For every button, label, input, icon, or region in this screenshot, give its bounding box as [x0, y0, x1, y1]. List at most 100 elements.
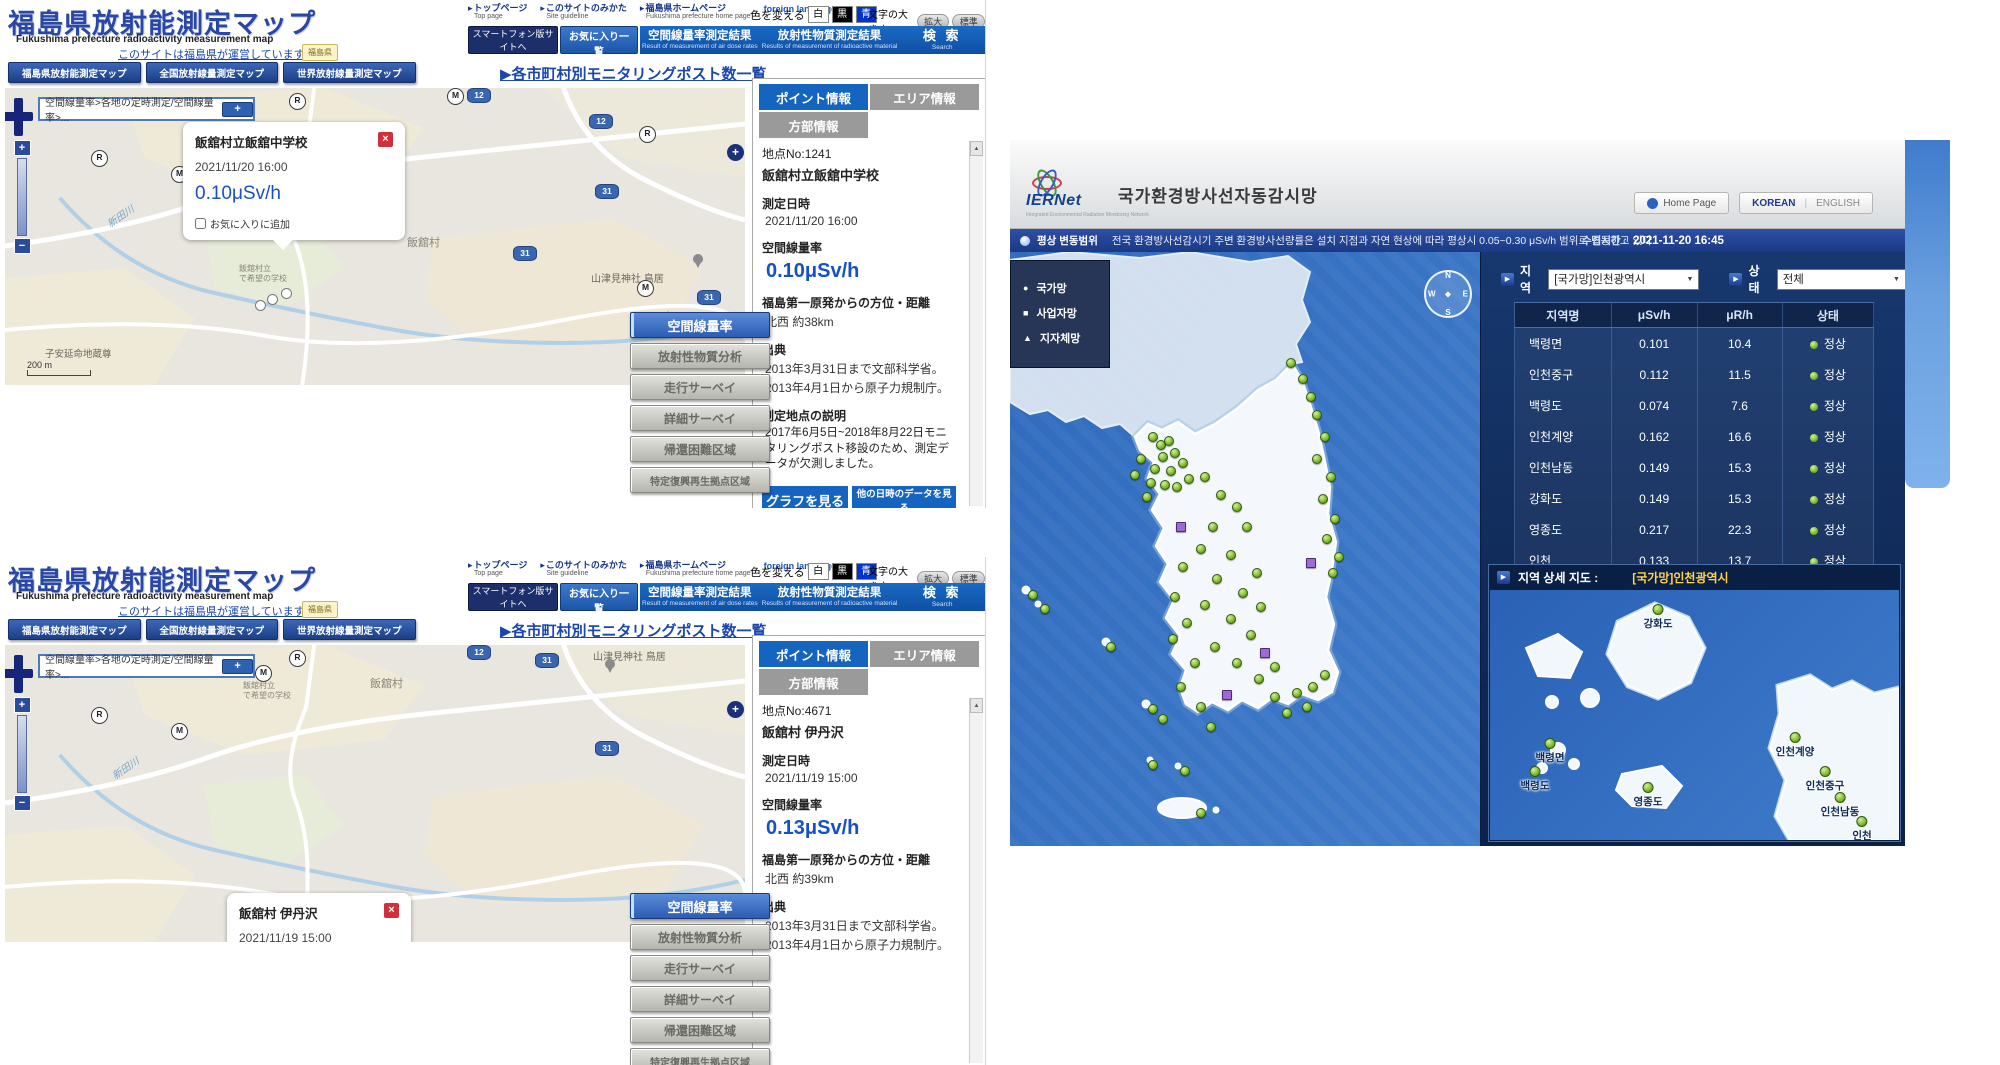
national-station-marker[interactable]: [1252, 568, 1262, 578]
national-station-marker[interactable]: [1196, 808, 1206, 818]
layer-button-3[interactable]: 走行サーベイ: [630, 955, 770, 981]
national-station-marker[interactable]: [1158, 714, 1168, 724]
legend-operator[interactable]: ■사업자망: [1023, 305, 1109, 321]
layer-button-1[interactable]: 空間線量率: [630, 893, 770, 919]
national-station-marker[interactable]: [1328, 568, 1338, 578]
map-switch-tab-1[interactable]: 福島県放射能測定マップ: [8, 62, 141, 83]
national-station-marker[interactable]: [1196, 702, 1206, 712]
menu-search[interactable]: 検 索Search: [899, 26, 985, 54]
tab-district-info[interactable]: 方部情報: [759, 669, 868, 695]
close-icon[interactable]: ×: [378, 132, 393, 147]
favorites-list-button[interactable]: お気に入り一覧: [560, 583, 638, 611]
nav-site-guide[interactable]: このサイトのみかたSite guideline: [540, 3, 627, 21]
national-station-marker[interactable]: [1190, 658, 1200, 668]
national-station-marker[interactable]: [1180, 766, 1190, 776]
detail-place[interactable]: 영종도: [1634, 782, 1663, 809]
monitoring-point-marker[interactable]: [281, 288, 292, 299]
layer-button-3[interactable]: 走行サーベイ: [630, 374, 770, 400]
national-station-marker[interactable]: [1208, 522, 1218, 532]
breadcrumb-expand-button[interactable]: +: [222, 659, 253, 674]
layer-button-2[interactable]: 放射性物質分析: [630, 924, 770, 950]
national-station-marker[interactable]: [1226, 614, 1236, 624]
national-station-marker[interactable]: [1172, 482, 1182, 492]
tab-district-info[interactable]: 方部情報: [759, 112, 868, 138]
national-station-marker[interactable]: [1028, 590, 1038, 600]
monitoring-post-link[interactable]: ▶各市町村別モニタリングポスト数一覧: [500, 620, 767, 641]
layer-button-1[interactable]: 空間線量率: [630, 312, 770, 338]
map-pan-control[interactable]: [5, 655, 35, 695]
layer-button-6[interactable]: 特定復興再生拠点区域: [630, 467, 770, 493]
national-station-marker[interactable]: [1166, 466, 1176, 476]
favorite-checkbox[interactable]: [195, 218, 206, 229]
color-black-button[interactable]: 黒: [832, 6, 853, 23]
color-white-button[interactable]: 白: [808, 6, 829, 23]
national-station-marker[interactable]: [1200, 472, 1210, 482]
zoom-out-button[interactable]: −: [14, 795, 31, 811]
national-station-marker[interactable]: [1182, 618, 1192, 628]
scroll-up-icon[interactable]: ▲: [970, 698, 983, 713]
monitoring-post-link[interactable]: ▶各市町村別モニタリングポスト数一覧: [500, 63, 767, 84]
other-datetime-button[interactable]: 他の日時のデータを見る: [852, 486, 956, 508]
national-station-marker[interactable]: [1146, 478, 1156, 488]
language-switch-button[interactable]: KOREAN|ENGLISH: [1739, 192, 1873, 214]
tab-area-info[interactable]: エリア情報: [870, 84, 979, 110]
incheon-detail-map[interactable]: 강화도백령면백령도영종도인천계양인천중구인천남동인천: [1490, 590, 1899, 840]
national-station-marker[interactable]: [1246, 630, 1256, 640]
status-select[interactable]: 전체▼: [1777, 269, 1905, 290]
detail-place[interactable]: 인천계양: [1776, 732, 1815, 759]
operator-station-marker[interactable]: [1222, 690, 1232, 700]
national-station-marker[interactable]: [1170, 448, 1180, 458]
national-station-marker[interactable]: [1196, 544, 1206, 554]
national-station-marker[interactable]: [1226, 550, 1236, 560]
national-station-marker[interactable]: [1210, 642, 1220, 652]
view-graph-button[interactable]: グラフを見る: [762, 486, 848, 508]
national-station-marker[interactable]: [1320, 432, 1330, 442]
national-station-marker[interactable]: [1178, 562, 1188, 572]
national-station-marker[interactable]: [1130, 470, 1140, 480]
national-station-marker[interactable]: [1160, 480, 1170, 490]
national-station-marker[interactable]: [1178, 458, 1188, 468]
national-station-marker[interactable]: [1286, 358, 1296, 368]
map-switch-tab-2[interactable]: 全国放射線量測定マップ: [146, 62, 279, 83]
national-station-marker[interactable]: [1170, 592, 1180, 602]
national-station-marker[interactable]: [1320, 670, 1330, 680]
zoom-slider[interactable]: [17, 158, 27, 236]
operator-station-marker[interactable]: [1306, 558, 1316, 568]
layer-button-5[interactable]: 帰還困難区域: [630, 1017, 770, 1043]
national-station-marker[interactable]: [1334, 552, 1344, 562]
national-station-marker[interactable]: [1270, 692, 1280, 702]
national-station-marker[interactable]: [1330, 514, 1340, 524]
national-station-marker[interactable]: [1312, 454, 1322, 464]
color-white-button[interactable]: 白: [808, 563, 829, 580]
national-station-marker[interactable]: [1232, 502, 1242, 512]
national-station-marker[interactable]: [1322, 534, 1332, 544]
operator-link[interactable]: このサイトは福島県が運営しています: [118, 603, 305, 619]
national-station-marker[interactable]: [1148, 704, 1158, 714]
operator-station-marker[interactable]: [1260, 648, 1270, 658]
smartphone-site-button[interactable]: スマートフォン版サイトへ: [468, 583, 558, 611]
panel-scrollbar[interactable]: ▲: [969, 698, 983, 1063]
menu-air-dose[interactable]: 空間線量率測定結果Result of measurement of air do…: [640, 583, 760, 611]
national-station-marker[interactable]: [1326, 472, 1336, 482]
map-pan-control[interactable]: [5, 98, 35, 138]
national-station-marker[interactable]: [1164, 436, 1174, 446]
national-station-marker[interactable]: [1168, 634, 1178, 644]
menu-search[interactable]: 検 索Search: [899, 583, 985, 611]
national-station-marker[interactable]: [1106, 642, 1116, 652]
zoom-slider[interactable]: [17, 715, 27, 793]
lang-korean[interactable]: KOREAN: [1752, 198, 1795, 209]
national-station-marker[interactable]: [1312, 410, 1322, 420]
layer-button-4[interactable]: 詳細サーベイ: [630, 405, 770, 431]
zoom-in-button[interactable]: +: [14, 140, 31, 156]
layer-button-4[interactable]: 詳細サーベイ: [630, 986, 770, 1012]
tab-area-info[interactable]: エリア情報: [870, 641, 979, 667]
zoom-in-button[interactable]: +: [14, 697, 31, 713]
national-station-marker[interactable]: [1238, 588, 1248, 598]
national-station-marker[interactable]: [1306, 392, 1316, 402]
national-station-marker[interactable]: [1242, 522, 1252, 532]
tab-point-info[interactable]: ポイント情報: [759, 84, 868, 110]
national-station-marker[interactable]: [1158, 452, 1168, 462]
marker-cluster-icon[interactable]: +: [727, 701, 744, 718]
smartphone-site-button[interactable]: スマートフォン版サイトへ: [468, 26, 558, 54]
map-switch-tab-2[interactable]: 全国放射線量測定マップ: [146, 619, 279, 640]
